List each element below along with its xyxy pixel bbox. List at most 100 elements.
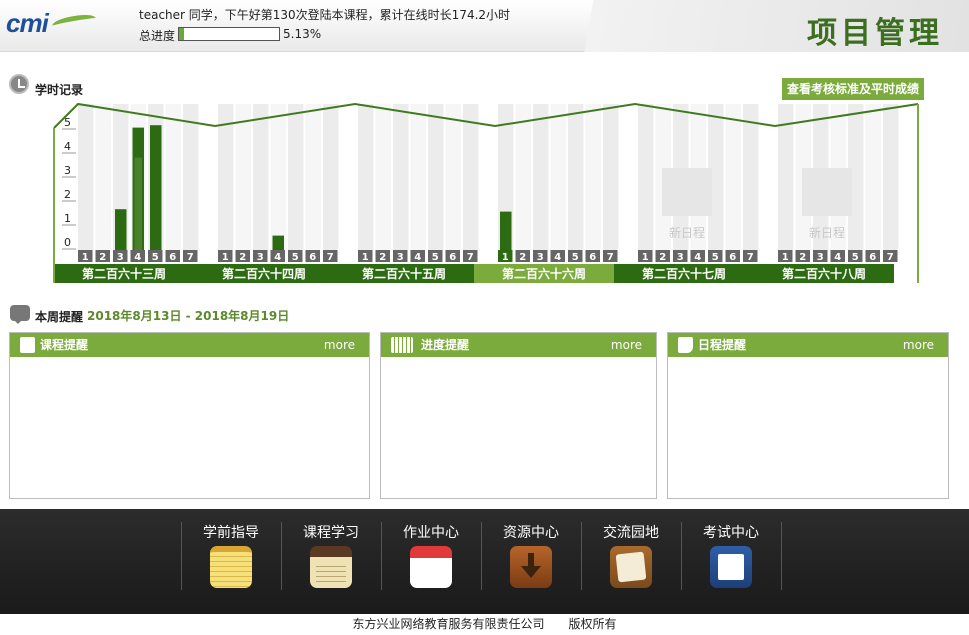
day-label: 3 bbox=[397, 252, 404, 263]
day-label: 1 bbox=[502, 252, 509, 263]
download-icon bbox=[510, 546, 552, 588]
day-column bbox=[305, 104, 321, 250]
day-label: 5 bbox=[152, 252, 159, 263]
hours-bar bbox=[272, 235, 284, 250]
book-icon bbox=[710, 546, 752, 588]
hours-bar bbox=[500, 211, 512, 250]
y-tick-label: 4 bbox=[64, 140, 71, 153]
page-title: 项目管理 bbox=[807, 16, 943, 51]
week-label: 第二百六十六周 bbox=[502, 266, 586, 281]
clock-icon bbox=[9, 74, 29, 94]
day-column bbox=[253, 104, 269, 250]
nav-resources[interactable]: 资源中心 bbox=[481, 524, 581, 594]
day-label: 3 bbox=[817, 252, 824, 263]
day-column bbox=[463, 104, 479, 250]
day-label: 4 bbox=[834, 252, 841, 263]
nav-label: 考试中心 bbox=[703, 525, 759, 541]
week-label: 第二百六十五周 bbox=[362, 266, 446, 281]
nav-homework[interactable]: 作业中心 bbox=[381, 524, 481, 594]
panel-header: 进度提醒 more bbox=[381, 333, 656, 357]
nav-divider bbox=[781, 522, 782, 590]
day-column bbox=[375, 104, 391, 250]
day-label: 6 bbox=[729, 252, 736, 263]
day-column bbox=[883, 104, 899, 250]
day-column bbox=[725, 104, 741, 250]
day-label: 5 bbox=[432, 252, 439, 263]
day-label: 4 bbox=[274, 252, 281, 263]
calendar-icon bbox=[391, 337, 413, 353]
notebook-icon bbox=[310, 546, 352, 588]
day-label: 3 bbox=[117, 252, 124, 263]
day-label: 7 bbox=[747, 252, 754, 263]
bar-highlight bbox=[134, 157, 142, 250]
view-standards-button[interactable]: 查看考核标准及平时成绩 bbox=[782, 78, 924, 100]
day-column bbox=[428, 104, 444, 250]
day-label: 2 bbox=[659, 252, 666, 263]
day-label: 2 bbox=[799, 252, 806, 263]
nav-label: 交流园地 bbox=[603, 525, 659, 541]
day-column bbox=[533, 104, 549, 250]
course-reminder-panel: 课程提醒 more bbox=[9, 332, 370, 499]
day-label: 1 bbox=[782, 252, 789, 263]
new-schedule-label: 新日程 bbox=[669, 225, 705, 240]
day-label: 7 bbox=[327, 252, 334, 263]
progress-fill bbox=[179, 28, 185, 40]
y-tick-label: 0 bbox=[64, 236, 71, 249]
day-column bbox=[183, 104, 199, 250]
notepad-icon bbox=[210, 546, 252, 588]
day-column bbox=[568, 104, 584, 250]
header: cmi teacher 同学，下午好第130次登陆本课程，累计在线时长174.2… bbox=[0, 0, 969, 52]
day-label: 5 bbox=[712, 252, 719, 263]
chat-board-icon bbox=[610, 546, 652, 588]
panel-header: 课程提醒 more bbox=[10, 333, 369, 357]
panel-title: 日程提醒 bbox=[698, 338, 747, 352]
logo: cmi bbox=[6, 6, 98, 40]
more-link[interactable]: more bbox=[903, 333, 934, 357]
day-column bbox=[358, 104, 374, 250]
day-column bbox=[270, 104, 286, 250]
day-column bbox=[393, 104, 409, 250]
nav-label: 作业中心 bbox=[403, 525, 459, 541]
day-label: 7 bbox=[467, 252, 474, 263]
document-icon bbox=[20, 337, 35, 353]
day-column bbox=[445, 104, 461, 250]
hours-bar bbox=[150, 125, 162, 250]
day-label: 2 bbox=[239, 252, 246, 263]
panel-title: 进度提醒 bbox=[421, 338, 470, 352]
day-column bbox=[288, 104, 304, 250]
day-column bbox=[638, 104, 654, 250]
day-column bbox=[78, 104, 94, 250]
day-column bbox=[585, 104, 601, 250]
nav-forum[interactable]: 交流园地 bbox=[581, 524, 681, 594]
nav-pre-study[interactable]: 学前指导 bbox=[181, 524, 281, 594]
nav-exam[interactable]: 考试中心 bbox=[681, 524, 781, 594]
nav-label: 资源中心 bbox=[503, 525, 559, 541]
nav-course-study[interactable]: 课程学习 bbox=[281, 524, 381, 594]
day-label: 6 bbox=[309, 252, 316, 263]
day-label: 7 bbox=[187, 252, 194, 263]
day-label: 4 bbox=[554, 252, 561, 263]
day-label: 3 bbox=[537, 252, 544, 263]
study-hours-chart: 1 2 3 4 5 6 7第二百六十三周1 2 3 4 5 6 7第二百六十四周1 2 3 4 5 6 7第二百六十… bbox=[53, 102, 919, 283]
note-icon bbox=[678, 337, 693, 353]
progress-bar bbox=[178, 27, 280, 41]
day-label: 5 bbox=[572, 252, 579, 263]
week-label: 第二百六十八周 bbox=[782, 266, 866, 281]
day-column bbox=[865, 104, 881, 250]
speech-bubble-icon bbox=[10, 305, 30, 324]
study-record-title: 学时记录 bbox=[35, 83, 84, 97]
progress-reminder-panel: 进度提醒 more bbox=[380, 332, 657, 499]
day-label: 5 bbox=[292, 252, 299, 263]
day-column bbox=[235, 104, 251, 250]
day-column bbox=[743, 104, 759, 250]
day-label: 2 bbox=[519, 252, 526, 263]
panel-title: 课程提醒 bbox=[40, 338, 89, 352]
day-column bbox=[515, 104, 531, 250]
more-link[interactable]: more bbox=[611, 333, 642, 357]
day-label: 1 bbox=[82, 252, 89, 263]
day-column bbox=[165, 104, 181, 250]
more-link[interactable]: more bbox=[324, 333, 355, 357]
calendar-page-icon bbox=[410, 546, 452, 588]
day-column bbox=[550, 104, 566, 250]
day-label: 4 bbox=[694, 252, 701, 263]
